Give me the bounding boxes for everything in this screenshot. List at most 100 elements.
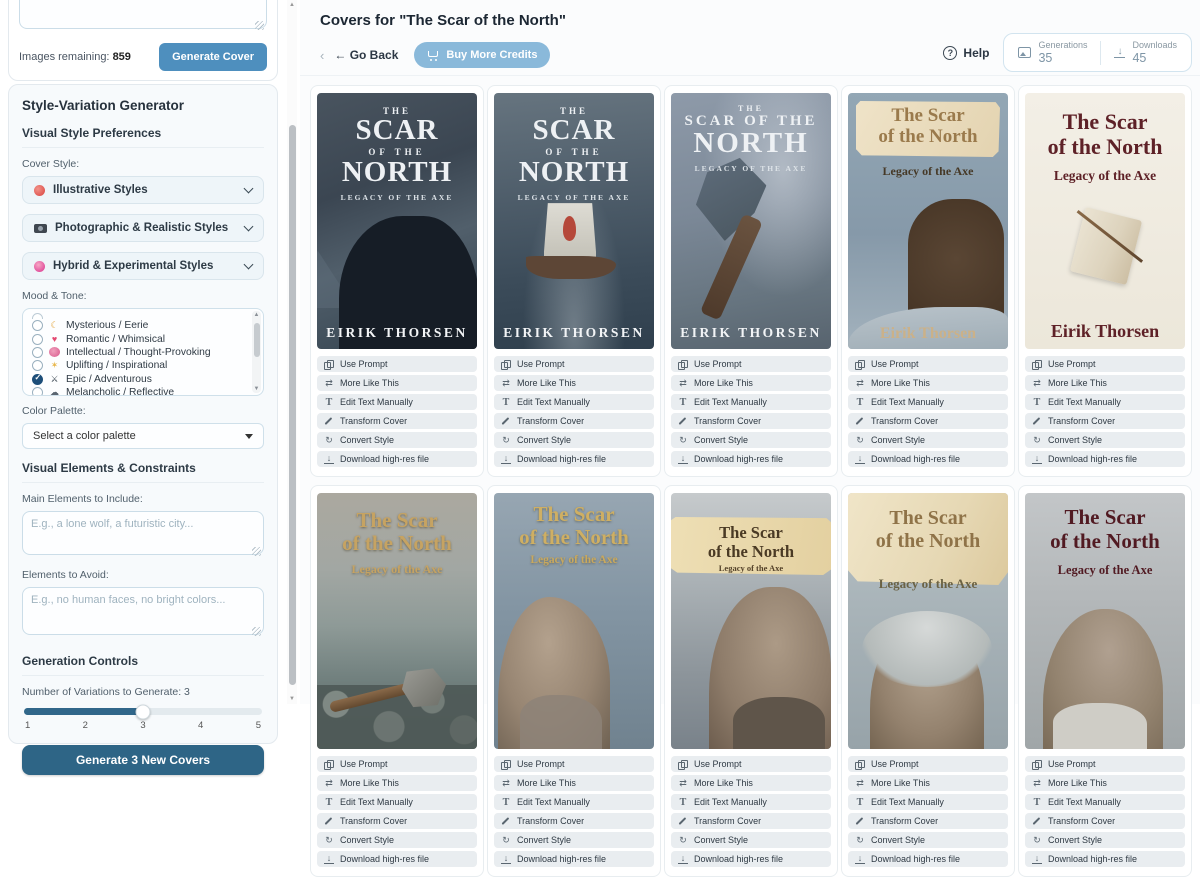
mood-checkbox[interactable] xyxy=(32,360,43,371)
mood-list-scrollbar[interactable]: ▲ ▼ xyxy=(252,311,261,393)
cover-action-button[interactable]: Use Prompt xyxy=(1025,356,1185,372)
cover-action-button[interactable]: Transform Cover xyxy=(848,413,1008,429)
cover-action-button[interactable]: ⇄ More Like This xyxy=(671,775,831,791)
cover-action-button[interactable]: Use Prompt xyxy=(671,356,831,372)
cover-action-button[interactable]: ⇄ More Like This xyxy=(848,775,1008,791)
cover-action-button[interactable]: T Edit Text Manually xyxy=(494,394,654,410)
cover-action-button[interactable]: T Edit Text Manually xyxy=(848,794,1008,810)
cover-style-dropdown[interactable]: Photographic & Realistic Styles xyxy=(22,214,264,242)
cover-action-button[interactable]: ⇄ More Like This xyxy=(317,375,477,391)
cover-image[interactable]: The Scarof the NorthLegacy of the Axe Ei… xyxy=(1025,93,1185,349)
scroll-thumb[interactable] xyxy=(289,125,296,685)
cover-action-button[interactable]: ↓ Download high-res file xyxy=(317,451,477,467)
generate-new-covers-button[interactable]: Generate 3 New Covers xyxy=(22,745,264,775)
mood-option[interactable]: ⚔ Epic / Adventurous xyxy=(32,373,247,386)
cover-image[interactable]: THESCAR OF THENORTHLEGACY OF THE AXE EIR… xyxy=(671,93,831,349)
cover-action-button[interactable]: ↓ Download high-res file xyxy=(1025,851,1185,867)
cover-action-button[interactable]: ↓ Download high-res file xyxy=(848,851,1008,867)
cover-action-button[interactable]: Transform Cover xyxy=(848,813,1008,829)
mood-checkbox[interactable] xyxy=(32,387,43,396)
cover-action-button[interactable]: Use Prompt xyxy=(317,756,477,772)
cover-action-button[interactable]: Transform Cover xyxy=(317,413,477,429)
scroll-thumb[interactable] xyxy=(254,323,260,357)
cover-action-button[interactable]: ↓ Download high-res file xyxy=(494,451,654,467)
mood-option[interactable]: ☁ Melancholic / Reflective xyxy=(32,386,247,396)
generate-cover-button[interactable]: Generate Cover xyxy=(159,43,267,71)
mood-checkbox[interactable] xyxy=(32,320,43,331)
mood-option[interactable]: ✶ Uplifting / Inspirational xyxy=(32,359,247,372)
cover-action-button[interactable]: Transform Cover xyxy=(494,813,654,829)
cover-image[interactable]: THESCAROF THENORTHLEGACY OF THE AXE EIRI… xyxy=(494,93,654,349)
cover-action-button[interactable]: ↻ Convert Style xyxy=(1025,432,1185,448)
cover-action-button[interactable]: T Edit Text Manually xyxy=(1025,794,1185,810)
cover-action-button[interactable]: ↓ Download high-res file xyxy=(848,451,1008,467)
cover-image[interactable]: The Scarof the NorthLegacy of the Axe Ei… xyxy=(848,93,1008,349)
cover-image[interactable]: The Scarof the NorthLegacy of the Axe xyxy=(671,493,831,749)
cover-style-dropdown[interactable]: Hybrid & Experimental Styles xyxy=(22,252,264,280)
cover-style-dropdown[interactable]: Illustrative Styles xyxy=(22,176,264,204)
cover-action-button[interactable]: T Edit Text Manually xyxy=(317,394,477,410)
cover-action-button[interactable]: Transform Cover xyxy=(671,813,831,829)
cover-action-button[interactable]: ↻ Convert Style xyxy=(494,432,654,448)
scroll-up-icon[interactable]: ▲ xyxy=(252,312,261,318)
cover-action-button[interactable]: ⇄ More Like This xyxy=(1025,775,1185,791)
cover-action-button[interactable]: ↻ Convert Style xyxy=(317,832,477,848)
cover-action-button[interactable]: T Edit Text Manually xyxy=(317,794,477,810)
cover-action-button[interactable]: ⇄ More Like This xyxy=(1025,375,1185,391)
cover-action-button[interactable]: Transform Cover xyxy=(1025,413,1185,429)
color-palette-select[interactable]: Select a color palette xyxy=(22,423,264,449)
go-back-link[interactable]: ← Go Back xyxy=(334,48,398,62)
cover-action-button[interactable]: T Edit Text Manually xyxy=(494,794,654,810)
cover-action-button[interactable]: Transform Cover xyxy=(1025,813,1185,829)
cover-action-button[interactable]: Use Prompt xyxy=(1025,756,1185,772)
cover-action-button[interactable]: ↓ Download high-res file xyxy=(671,451,831,467)
cover-action-button[interactable]: Transform Cover xyxy=(317,813,477,829)
sidebar-scrollbar[interactable]: ▲ ▼ xyxy=(287,0,297,704)
cover-action-button[interactable]: Transform Cover xyxy=(494,413,654,429)
avoid-textarea[interactable] xyxy=(22,587,264,635)
back-chevron-icon[interactable]: ‹ xyxy=(320,48,324,63)
help-button[interactable]: ? Help xyxy=(943,46,989,60)
cover-action-button[interactable]: Use Prompt xyxy=(848,356,1008,372)
cover-action-button[interactable]: Use Prompt xyxy=(671,756,831,772)
cover-action-button[interactable]: T Edit Text Manually xyxy=(1025,394,1185,410)
cover-action-button[interactable]: ↻ Convert Style xyxy=(848,832,1008,848)
cover-action-button[interactable]: ⇄ More Like This xyxy=(671,375,831,391)
slider-thumb[interactable] xyxy=(136,704,151,719)
cover-image[interactable]: The Scarof the NorthLegacy of the Axe xyxy=(494,493,654,749)
scroll-up-icon[interactable]: ▲ xyxy=(287,2,297,8)
cover-action-button[interactable]: ⇄ More Like This xyxy=(317,775,477,791)
mood-checkbox[interactable] xyxy=(32,374,43,385)
scroll-down-icon[interactable]: ▼ xyxy=(287,696,297,702)
cover-action-button[interactable]: ↻ Convert Style xyxy=(848,432,1008,448)
cover-action-button[interactable]: T Edit Text Manually xyxy=(848,394,1008,410)
cover-action-button[interactable]: Use Prompt xyxy=(494,756,654,772)
cover-action-button[interactable]: ⇄ More Like This xyxy=(848,375,1008,391)
cover-action-button[interactable]: ↻ Convert Style xyxy=(317,432,477,448)
cover-action-button[interactable]: ↓ Download high-res file xyxy=(494,851,654,867)
cover-action-button[interactable]: T Edit Text Manually xyxy=(671,394,831,410)
cover-action-button[interactable]: Transform Cover xyxy=(671,413,831,429)
scroll-down-icon[interactable]: ▼ xyxy=(252,386,261,392)
mood-option[interactable]: Intellectual / Thought-Provoking xyxy=(32,346,247,359)
cover-image[interactable]: The Scarof the NorthLegacy of the Axe xyxy=(1025,493,1185,749)
cover-action-button[interactable]: ↓ Download high-res file xyxy=(317,851,477,867)
cover-action-button[interactable]: Use Prompt xyxy=(848,756,1008,772)
cover-image[interactable]: THESCAROF THENORTHLEGACY OF THE AXE EIRI… xyxy=(317,93,477,349)
cover-action-button[interactable]: Use Prompt xyxy=(494,356,654,372)
mood-option[interactable]: ♥ Romantic / Whimsical xyxy=(32,332,247,345)
variations-slider[interactable] xyxy=(24,708,262,715)
cover-action-button[interactable]: ↓ Download high-res file xyxy=(1025,451,1185,467)
buy-more-credits-button[interactable]: Buy More Credits xyxy=(414,42,550,68)
mood-checkbox[interactable] xyxy=(32,334,43,345)
prompt-textarea[interactable] xyxy=(19,0,267,29)
cover-action-button[interactable]: ↻ Convert Style xyxy=(671,432,831,448)
cover-action-button[interactable]: ⇄ More Like This xyxy=(494,375,654,391)
cover-action-button[interactable]: Use Prompt xyxy=(317,356,477,372)
mood-checkbox[interactable] xyxy=(32,347,43,358)
cover-action-button[interactable]: ↻ Convert Style xyxy=(494,832,654,848)
cover-image[interactable]: The Scarof the NorthLegacy of the Axe xyxy=(317,493,477,749)
cover-action-button[interactable]: ⇄ More Like This xyxy=(494,775,654,791)
mood-option[interactable]: ☾ Mysterious / Eerie xyxy=(32,319,247,332)
cover-image[interactable]: The Scarof the NorthLegacy of the Axe xyxy=(848,493,1008,749)
